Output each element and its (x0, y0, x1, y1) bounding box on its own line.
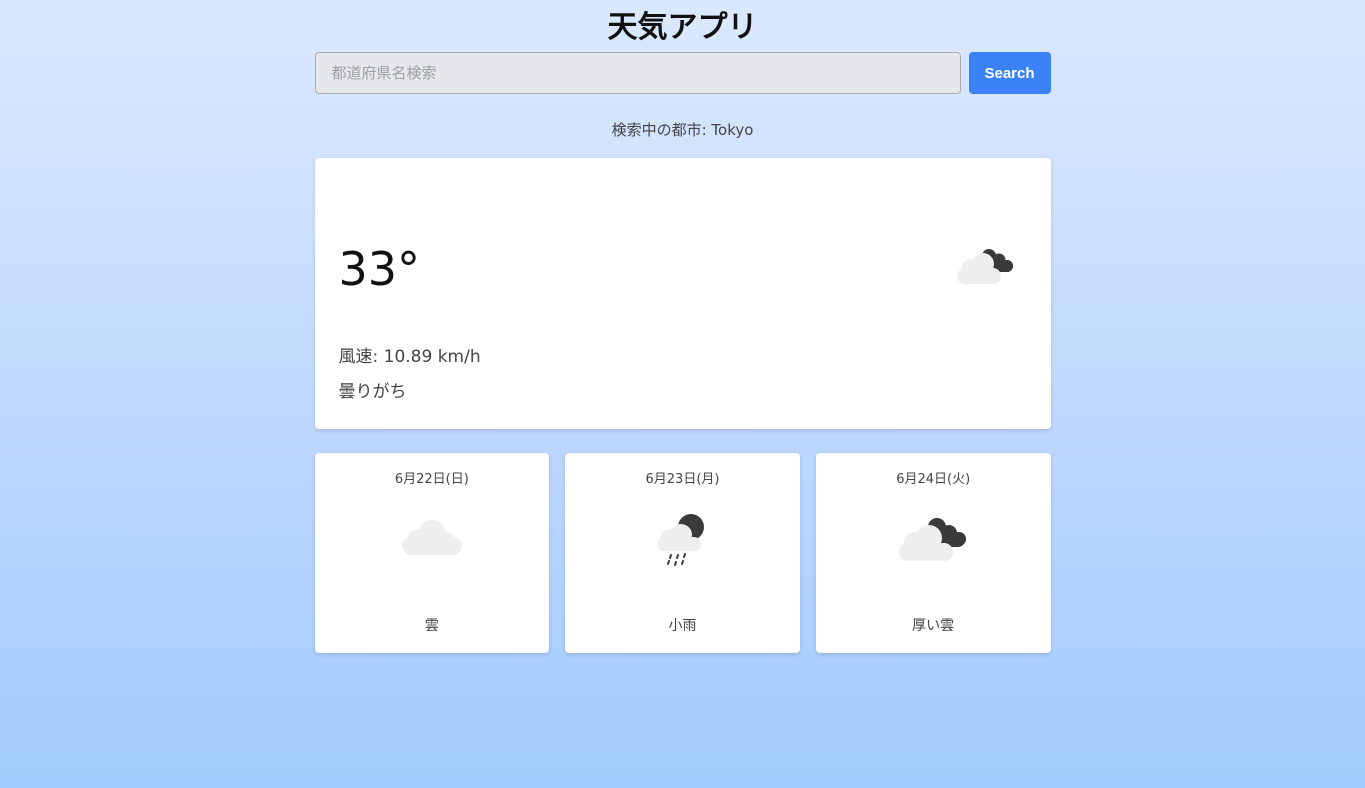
search-input[interactable] (314, 52, 961, 94)
forecast-description: 小雨 (668, 618, 697, 634)
searched-city-label: 検索中の都市: Tokyo (611, 121, 754, 139)
forecast-card: 6月24日(火) 厚い雲 (815, 453, 1051, 653)
forecast-list: 6月22日(日) 雲 6月23日(月) 小雨 6月24日(火) 厚い雲 (314, 453, 1051, 653)
forecast-date: 6月24日(火) (896, 472, 971, 487)
forecast-date: 6月22日(日) (394, 472, 469, 487)
current-weather-card: 33° 風速: 10.89 km/h 曇りがち (314, 158, 1051, 429)
forecast-description: 厚い雲 (912, 618, 955, 634)
search-button[interactable]: Search (968, 52, 1051, 94)
forecast-description: 雲 (424, 618, 439, 634)
app-title: 天気アプリ (607, 10, 758, 45)
search-bar: Search (314, 52, 1051, 94)
broken-clouds-icon (899, 518, 967, 561)
forecast-card: 6月22日(日) 雲 (314, 453, 550, 653)
broken-clouds-icon (956, 249, 1013, 284)
wind-speed: 風速: 10.89 km/h (338, 347, 481, 367)
forecast-card: 6月23日(月) 小雨 (565, 453, 800, 653)
forecast-date: 6月23日(月) (645, 472, 720, 487)
app-container: 天気アプリ Search 検索中の都市: Tokyo 33° 風速: 10.89… (314, 0, 1051, 653)
cloud-icon (401, 520, 462, 555)
current-temperature: 33° (338, 242, 421, 296)
light-rain-icon (656, 514, 704, 566)
current-description: 曇りがち (338, 382, 407, 402)
